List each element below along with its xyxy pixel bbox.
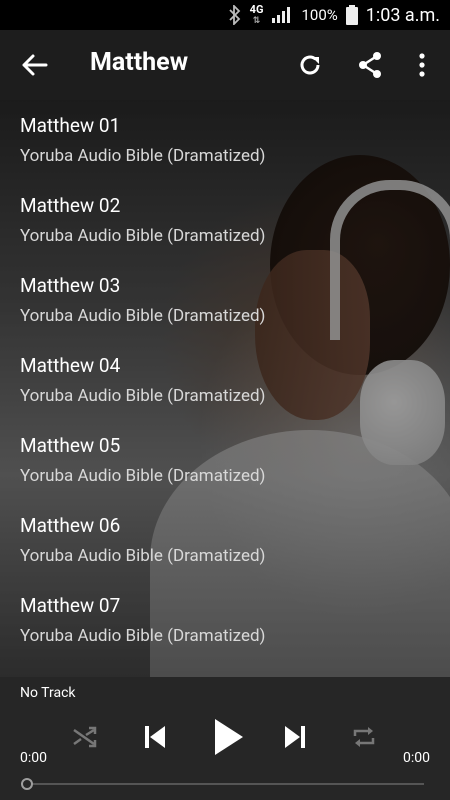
repeat-icon (353, 727, 375, 747)
play-button[interactable] (205, 713, 251, 761)
arrow-back-icon (22, 54, 48, 76)
skip-previous-icon (145, 726, 165, 748)
elapsed-time: 0:00 (20, 750, 47, 766)
seek-bar[interactable] (26, 783, 424, 785)
network-type-label: 4G (249, 2, 264, 16)
battery-percent: 100% (301, 6, 338, 24)
status-bar: 4G ⇅ 100% 1:03 a.m. (0, 0, 450, 30)
share-icon (359, 52, 381, 78)
track-title: Matthew 04 (20, 354, 121, 377)
back-button[interactable] (18, 50, 52, 80)
play-icon (215, 719, 243, 755)
clock: 1:03 a.m. (365, 4, 440, 26)
signal-icon (271, 6, 293, 24)
list-item[interactable]: Matthew 03 Yoruba Audio Bible (Dramatize… (0, 260, 450, 340)
app-bar: Matthew (0, 30, 450, 100)
track-title: Matthew 07 (20, 594, 121, 617)
list-item[interactable]: Matthew 05 Yoruba Audio Bible (Dramatize… (0, 420, 450, 500)
shuffle-button[interactable] (70, 722, 100, 752)
shuffle-icon (73, 726, 97, 748)
data-arrows-icon: ⇅ (252, 15, 261, 26)
track-title: Matthew 06 (20, 514, 121, 537)
track-subtitle: Yoruba Audio Bible (Dramatized) (20, 146, 266, 166)
seek-handle[interactable] (21, 778, 33, 790)
track-title: Matthew 03 (20, 274, 121, 297)
total-duration: 0:00 (403, 750, 430, 766)
track-list: Matthew 01 Yoruba Audio Bible (Dramatize… (0, 100, 450, 660)
track-subtitle: Yoruba Audio Bible (Dramatized) (20, 626, 266, 646)
list-item[interactable]: Matthew 04 Yoruba Audio Bible (Dramatize… (0, 340, 450, 420)
list-item[interactable]: Matthew 07 Yoruba Audio Bible (Dramatize… (0, 580, 450, 660)
repeat-button[interactable] (348, 722, 380, 752)
skip-next-icon (285, 726, 305, 748)
track-subtitle: Yoruba Audio Bible (Dramatized) (20, 306, 266, 326)
list-item[interactable]: Matthew 01 Yoruba Audio Bible (Dramatize… (0, 100, 450, 180)
more-vert-icon (419, 53, 425, 77)
refresh-icon (300, 55, 320, 75)
track-subtitle: Yoruba Audio Bible (Dramatized) (20, 226, 266, 246)
list-item[interactable]: Matthew 06 Yoruba Audio Bible (Dramatize… (0, 500, 450, 580)
player-bar: No Track 0:00 0:00 (0, 677, 450, 800)
list-item[interactable]: Matthew 02 Yoruba Audio Bible (Dramatize… (0, 180, 450, 260)
track-subtitle: Yoruba Audio Bible (Dramatized) (20, 466, 266, 486)
next-track-button[interactable] (278, 719, 312, 755)
overflow-menu-button[interactable] (405, 48, 439, 82)
previous-track-button[interactable] (138, 719, 172, 755)
refresh-button[interactable] (293, 48, 327, 82)
share-button[interactable] (353, 48, 387, 82)
track-subtitle: Yoruba Audio Bible (Dramatized) (20, 386, 266, 406)
network-type-indicator: 4G ⇅ (249, 2, 264, 26)
battery-icon (345, 5, 358, 25)
page-title: Matthew (90, 48, 189, 77)
bluetooth-icon (228, 5, 242, 25)
track-title: Matthew 02 (20, 194, 121, 217)
track-subtitle: Yoruba Audio Bible (Dramatized) (20, 546, 266, 566)
now-playing-label: No Track (20, 685, 76, 701)
track-title: Matthew 01 (20, 114, 121, 137)
track-title: Matthew 05 (20, 434, 121, 457)
